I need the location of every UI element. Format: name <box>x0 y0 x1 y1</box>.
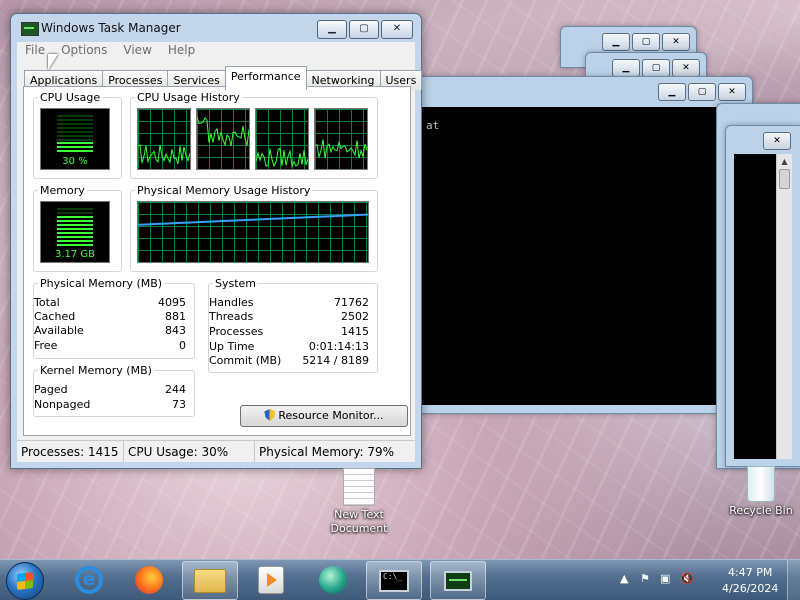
command-prompt-icon: C:\_ <box>379 569 409 592</box>
cpu-core-graph <box>314 108 368 170</box>
system-label: System <box>213 277 259 290</box>
resource-monitor-button[interactable]: Resource Monitor... <box>240 405 408 427</box>
clock-time[interactable]: 4:47 PM <box>728 566 772 579</box>
task-manager-window[interactable]: Windows Task Manager ▁ ▢ ✕ File Options … <box>10 13 423 469</box>
memory-history-label: Physical Memory Usage History <box>135 184 313 197</box>
system-tray: ▲ ⚑ ▣ 🔇 4:47 PM 4/26/2024 <box>610 560 800 600</box>
right-console-scrollbar[interactable]: ▲ <box>776 154 792 459</box>
maximize-button[interactable]: ▢ <box>688 83 716 101</box>
taskbar-command-prompt[interactable]: C:\_ <box>366 561 422 600</box>
action-center-flag-icon[interactable]: ⚑ <box>640 572 652 586</box>
volume-muted-icon[interactable]: 🔇 <box>680 572 694 586</box>
memory-history-group: Physical Memory Usage History <box>130 184 378 272</box>
taskbar-firefox[interactable] <box>122 561 176 598</box>
network-icon[interactable]: ▣ <box>660 572 672 586</box>
title-bar[interactable]: Windows Task Manager ▁ ▢ ✕ <box>11 14 421 42</box>
cpu-history-line <box>315 139 367 159</box>
status-bar: Processes: 1415 CPU Usage: 30% Physical … <box>17 440 415 462</box>
taskbar: e C:\_ ▲ ⚑ ▣ 🔇 4:47 PM 4/26/2024 <box>0 559 800 600</box>
menu-bar: File Options View Help <box>17 42 415 60</box>
taskbar-file-explorer[interactable] <box>182 561 238 600</box>
cpu-history-group: CPU Usage History <box>130 91 378 179</box>
cpu-usage-label: CPU Usage <box>38 91 103 104</box>
text-document-icon <box>343 468 375 506</box>
memory-meter: 3.17 GB <box>40 201 110 263</box>
mouse-cursor <box>48 54 58 70</box>
firefox-icon <box>135 565 163 594</box>
task-manager-icon <box>444 570 472 591</box>
console-text: at <box>426 119 440 132</box>
recycle-bin-icon <box>747 466 775 502</box>
console-window-main[interactable]: ▁▢✕ at ▲ ▼ <box>405 76 753 414</box>
show-desktop-button[interactable] <box>787 560 800 600</box>
system-group: System Handles 71762 Threads 2502 Processe… <box>208 277 378 373</box>
windows-logo-icon <box>17 572 33 590</box>
taskbar-internet-explorer[interactable]: e <box>62 561 116 598</box>
menu-help[interactable]: Help <box>160 42 203 60</box>
memory-label: Memory <box>38 184 87 197</box>
memory-history-graph <box>137 201 369 263</box>
maximize-button[interactable]: ▢ <box>349 20 379 39</box>
kernel-memory-group: Kernel Memory (MB) Paged 244 Nonpaged 73 <box>33 364 195 417</box>
window-title: Windows Task Manager <box>41 21 181 35</box>
window-body: Applications Processes Services Performa… <box>17 60 423 440</box>
physical-memory-label: Physical Memory (MB) <box>38 277 165 290</box>
cpu-core-graph <box>196 108 250 170</box>
clock-date[interactable]: 4/26/2024 <box>722 582 778 595</box>
status-cpu: CPU Usage: 30% <box>124 441 255 462</box>
cpu-core-graph <box>137 108 191 170</box>
desktop-icon-text-document[interactable]: New Text Document <box>326 468 392 536</box>
cpu-usage-value: 30 % <box>62 156 88 167</box>
status-memory: Physical Memory: 79% <box>259 445 395 459</box>
minimize-button[interactable]: ▁ <box>317 20 347 39</box>
physical-memory-group: Physical Memory (MB) Total 4095 Cached 881… <box>33 277 195 359</box>
uac-shield-icon <box>264 409 276 421</box>
close-button[interactable]: ✕ <box>718 83 746 101</box>
memory-history-line <box>138 213 368 226</box>
cpu-history-line <box>256 147 308 168</box>
cpu-history-line <box>138 144 190 165</box>
memory-group: Memory 3.17 GB <box>33 184 122 272</box>
status-processes: Processes: 1415 <box>17 441 124 462</box>
close-button[interactable]: ✕ <box>381 20 413 39</box>
menu-view[interactable]: View <box>115 42 159 60</box>
desktop-icon-recycle-bin[interactable]: Recycle Bin <box>722 466 800 517</box>
cpu-usage-group: CPU Usage 30 % <box>33 91 122 179</box>
performance-panel: CPU Usage 30 % CPU Usage History Memory <box>23 86 411 436</box>
cpu-usage-meter: 30 % <box>40 108 110 170</box>
media-player-icon <box>258 565 284 594</box>
start-button[interactable] <box>6 562 44 600</box>
menu-options[interactable]: Options <box>53 42 115 60</box>
taskbar-task-manager[interactable] <box>430 561 486 600</box>
cpu-history-label: CPU Usage History <box>135 91 242 104</box>
show-hidden-icons-icon[interactable]: ▲ <box>620 572 632 586</box>
taskbar-media-center[interactable] <box>244 561 298 598</box>
memory-value: 3.17 GB <box>54 249 96 260</box>
windows-media-player-icon <box>319 565 347 594</box>
taskbar-windows-media-player[interactable] <box>306 561 360 598</box>
console-window-right[interactable]: ✕ ▲ <box>725 125 800 467</box>
cpu-history-line <box>197 116 249 147</box>
internet-explorer-icon: e <box>75 565 103 594</box>
minimize-button[interactable]: ▁ <box>658 83 686 101</box>
tab-performance[interactable]: Performance <box>224 66 307 90</box>
task-manager-icon <box>21 22 39 36</box>
kernel-memory-label: Kernel Memory (MB) <box>38 364 154 377</box>
folder-icon <box>194 568 226 593</box>
cpu-core-graph <box>255 108 309 170</box>
